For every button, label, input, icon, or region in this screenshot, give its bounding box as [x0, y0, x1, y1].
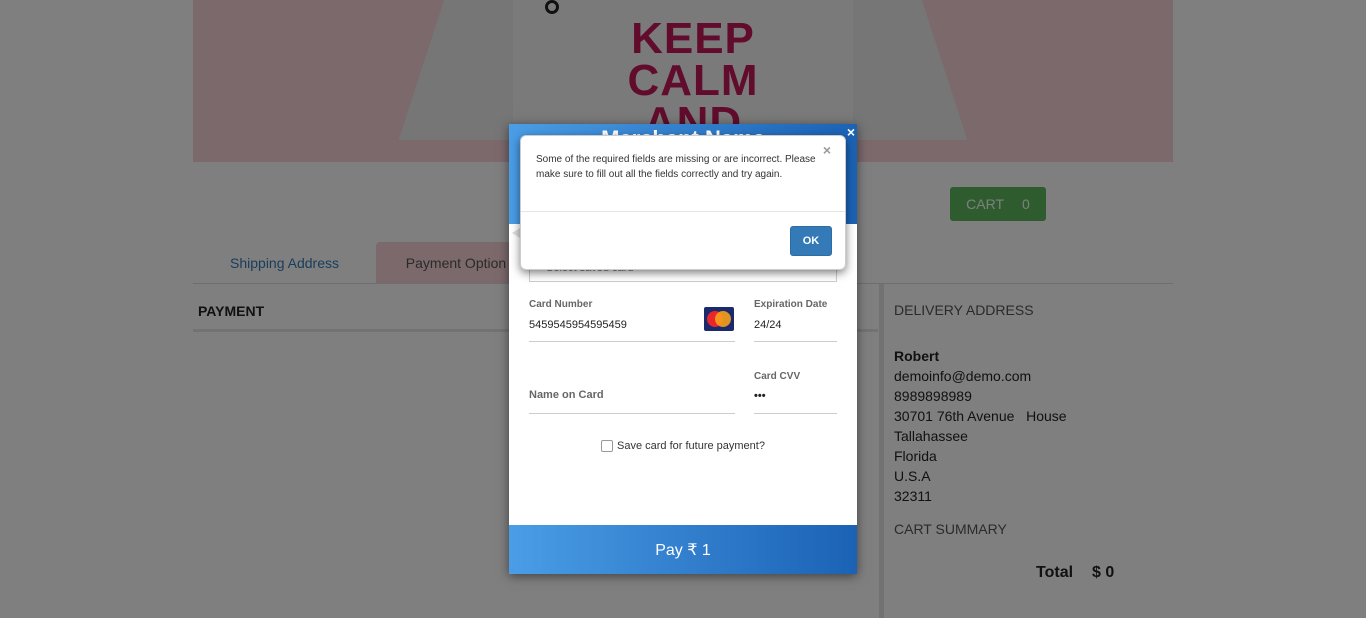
expiry-label: Expiration Date: [754, 299, 828, 310]
expiry-input[interactable]: 24/24: [754, 319, 782, 331]
card-number-underline: [529, 341, 735, 342]
checkout-close-icon[interactable]: ×: [847, 124, 855, 140]
save-card-label: Save card for future payment?: [617, 440, 765, 452]
validation-alert-dialog: × Some of the required fields are missin…: [520, 135, 846, 270]
cvv-input[interactable]: •••: [754, 390, 766, 402]
save-card-row[interactable]: Save card for future payment?: [601, 440, 765, 452]
cvv-underline: [754, 413, 837, 414]
cvv-label: Card CVV: [754, 371, 801, 382]
card-number-label: Card Number: [529, 299, 593, 310]
alert-close-icon[interactable]: ×: [823, 142, 831, 158]
mastercard-icon: [704, 307, 734, 331]
expiry-underline: [754, 341, 837, 342]
name-on-card-input[interactable]: Name on Card: [529, 389, 604, 401]
alert-divider: [521, 211, 845, 212]
alert-message: Some of the required fields are missing …: [536, 154, 816, 180]
pay-button[interactable]: Pay ₹ 1: [509, 525, 857, 574]
name-underline: [529, 413, 735, 414]
card-number-input[interactable]: 5459545954595459: [529, 319, 627, 331]
ok-button[interactable]: OK: [790, 226, 832, 256]
save-card-checkbox[interactable]: [601, 440, 613, 452]
